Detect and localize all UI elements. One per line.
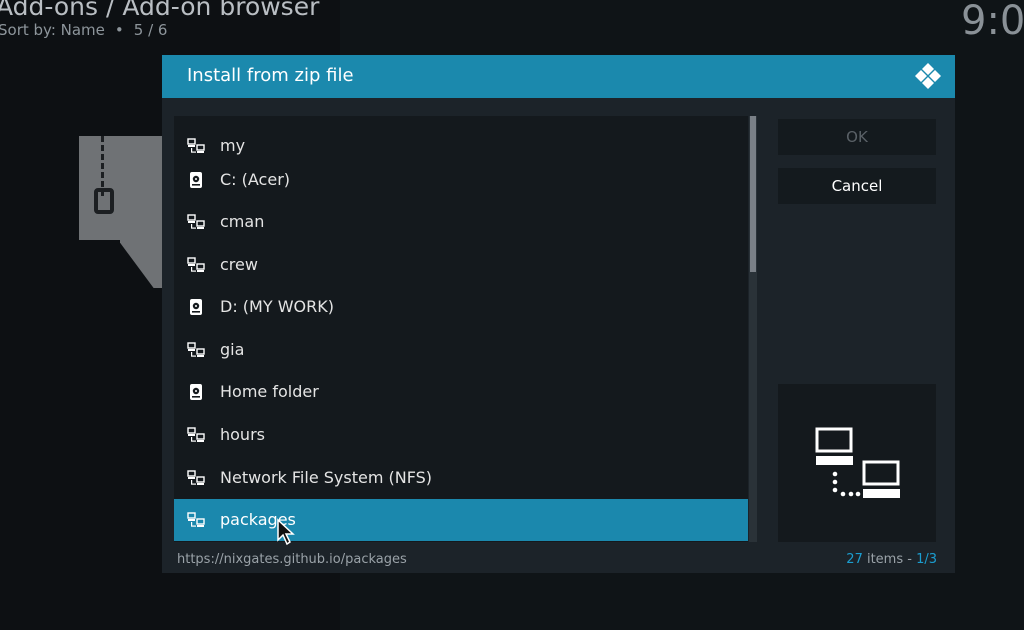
network-share-icon [187, 342, 205, 357]
source-list[interactable]: my C: (Acer) cman crew D: (MY WORK) gia Home f… [174, 116, 748, 542]
list-item[interactable]: Home folder [174, 371, 748, 413]
hard-drive-icon [190, 172, 202, 188]
page-indicator: 1/3 [916, 552, 937, 567]
list-item-label: gia [220, 340, 245, 359]
list-item-label: C: (Acer) [220, 170, 291, 189]
kodi-logo-icon [915, 63, 941, 89]
list-item-label: crew [220, 255, 258, 274]
sort-label: Sort by: Name [0, 21, 105, 39]
list-item-label: Home folder [220, 382, 319, 401]
list-item-label: hours [220, 425, 265, 444]
network-share-icon [187, 214, 205, 229]
install-from-zip-dialog: Install from zip file my C: (Acer) cman cre… [162, 55, 955, 573]
list-item[interactable]: hours [174, 414, 748, 456]
item-count-number: 27 [846, 552, 863, 567]
network-share-icon [187, 427, 205, 442]
network-computers-icon [815, 427, 900, 498]
network-share-icon [187, 512, 205, 527]
list-item-label: Network File System (NFS) [220, 468, 433, 487]
ok-button[interactable]: OK [778, 119, 936, 155]
dialog-title: Install from zip file [187, 65, 354, 86]
hard-drive-icon [190, 384, 202, 400]
list-item[interactable]: cman [174, 201, 748, 243]
list-item[interactable]: Network File System (NFS) [174, 457, 748, 499]
list-item-label: D: (MY WORK) [220, 297, 334, 316]
item-position: 5 / 6 [133, 21, 168, 39]
zipper-icon [101, 136, 112, 196]
breadcrumb: Add-ons / Add-on browser [0, 0, 320, 21]
scrollbar-thumb[interactable] [750, 116, 756, 272]
list-item-label: my [220, 136, 246, 155]
mouse-cursor-icon [277, 518, 295, 546]
dialog-header: Install from zip file [162, 55, 955, 98]
list-item[interactable]: C: (Acer) [174, 159, 748, 201]
selected-path: https://nixgates.github.io/packages [177, 552, 407, 567]
list-item[interactable]: packages [174, 499, 748, 541]
network-preview [778, 384, 936, 542]
list-item[interactable]: D: (MY WORK) [174, 286, 748, 328]
item-count-word: items - [862, 552, 917, 567]
list-item-label: cman [220, 212, 265, 231]
network-share-icon [187, 470, 205, 485]
list-item[interactable]: gia [174, 329, 748, 371]
item-count: 27 items - 1/3 [846, 552, 937, 567]
hard-drive-icon [190, 299, 202, 315]
network-share-icon [187, 138, 205, 153]
clock: 9:0 [961, 0, 1024, 44]
sort-info: Sort by: Name • 5 / 6 [0, 21, 167, 39]
network-share-icon [187, 257, 205, 272]
cancel-button[interactable]: Cancel [778, 168, 936, 204]
separator-dot: • [114, 21, 124, 39]
list-item[interactable]: crew [174, 244, 748, 286]
zipper-pull-icon [94, 188, 114, 214]
